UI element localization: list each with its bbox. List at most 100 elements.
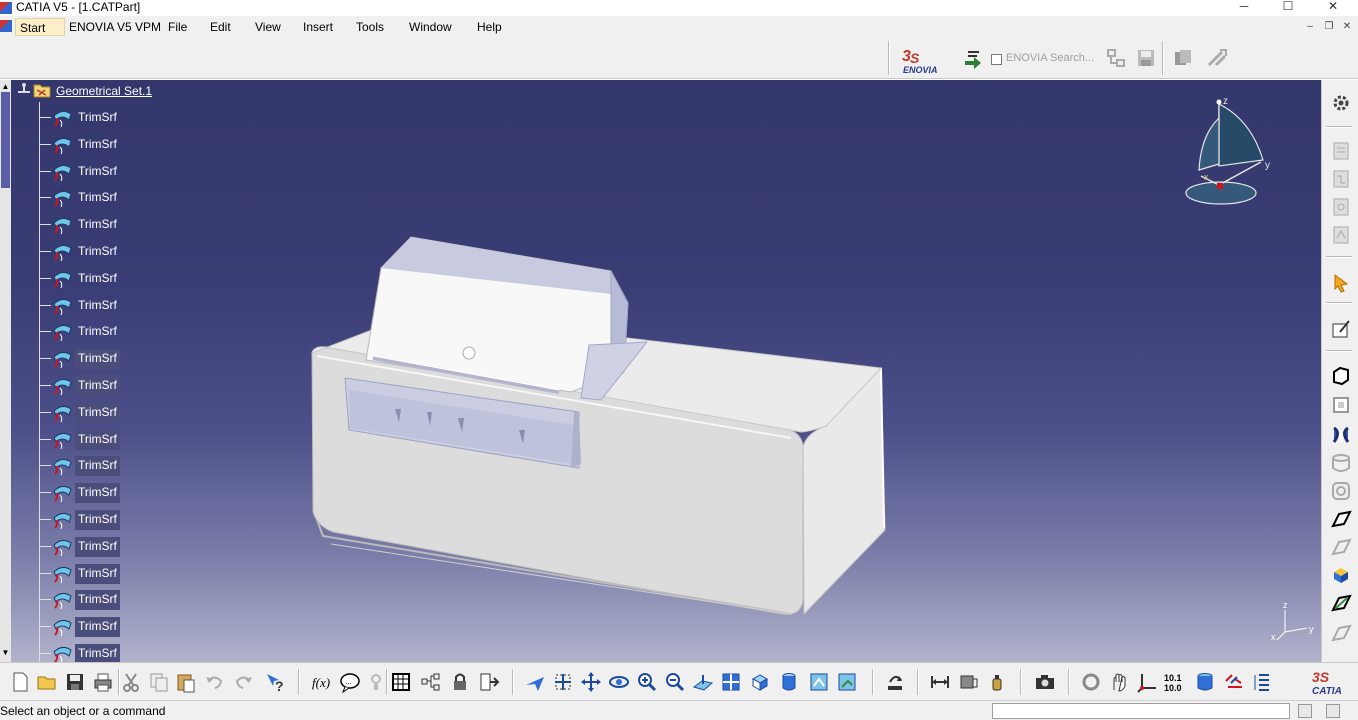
doc-update-icon[interactable] xyxy=(1330,224,1352,246)
hand-icon[interactable] xyxy=(1108,671,1130,693)
redo-icon[interactable] xyxy=(233,671,255,693)
tree-item-label[interactable]: TrimSrf xyxy=(75,242,120,262)
gear-icon[interactable] xyxy=(1330,92,1352,114)
trim-surface-icon[interactable] xyxy=(51,242,73,262)
tree-item-label[interactable]: TrimSrf xyxy=(75,322,120,342)
shading-icon[interactable] xyxy=(778,671,800,693)
tree-item-label[interactable]: TrimSrf xyxy=(75,644,120,662)
tree-item-label[interactable]: TrimSrf xyxy=(75,510,120,530)
menu-tools[interactable]: Tools xyxy=(352,18,388,36)
tree-item-label[interactable]: TrimSrf xyxy=(75,483,120,504)
sketcher-icon[interactable] xyxy=(1330,318,1352,340)
trim-surface-icon[interactable] xyxy=(51,376,73,396)
trim-surface-icon[interactable] xyxy=(51,296,73,316)
capture-camera-icon[interactable] xyxy=(1034,671,1056,693)
tree-item-label[interactable]: TrimSrf xyxy=(75,617,120,638)
tree-item-label[interactable]: TrimSrf xyxy=(75,429,120,450)
rib-icon[interactable] xyxy=(1330,508,1352,530)
tree-item-label[interactable]: TrimSrf xyxy=(75,349,120,370)
3d-viewport[interactable]: Geometrical Set.1 TrimSrf TrimSrf TrimSrf T… xyxy=(11,80,1321,662)
loft-icon[interactable] xyxy=(1330,592,1352,614)
menu-view[interactable]: View xyxy=(251,18,285,36)
select-arrow-icon[interactable] xyxy=(1330,272,1352,294)
enovia-search-checkbox[interactable] xyxy=(991,54,1002,65)
enovia-search-label[interactable]: ENOVIA Search... xyxy=(1006,52,1094,64)
save-icon[interactable] xyxy=(64,671,86,693)
menu-help[interactable]: Help xyxy=(473,18,506,36)
trim-surface-icon[interactable] xyxy=(51,483,73,503)
paste-icon[interactable] xyxy=(175,671,197,693)
new-document-icon[interactable] xyxy=(9,671,31,693)
status-button[interactable] xyxy=(1298,704,1312,718)
enovia-document-icon[interactable] xyxy=(1172,47,1194,69)
trim-surface-icon[interactable] xyxy=(51,215,73,235)
tree-item-label[interactable]: TrimSrf xyxy=(75,108,120,128)
knowledge-icon[interactable]: ... xyxy=(339,671,361,693)
formula-icon[interactable]: f(x) xyxy=(311,671,333,693)
tree-item-label[interactable]: TrimSrf xyxy=(75,135,120,155)
copy-icon[interactable] xyxy=(148,671,170,693)
trim-surface-icon[interactable] xyxy=(51,135,73,155)
command-input[interactable] xyxy=(992,703,1290,719)
trim-surface-icon[interactable] xyxy=(51,430,73,450)
maximize-button[interactable]: ☐ xyxy=(1266,0,1310,14)
trim-surface-icon[interactable] xyxy=(51,590,73,610)
scroll-down-icon[interactable]: ▼ xyxy=(1,648,10,657)
doc-close-button[interactable]: ✕ xyxy=(1340,21,1354,33)
pan-icon[interactable] xyxy=(580,671,602,693)
enovia-save-icon[interactable] xyxy=(1135,47,1157,69)
scroll-up-icon[interactable]: ▲ xyxy=(1,82,10,91)
pocket-icon[interactable] xyxy=(1330,394,1352,416)
pad-icon[interactable] xyxy=(1330,364,1352,386)
trim-surface-icon[interactable] xyxy=(51,456,73,476)
table-icon[interactable] xyxy=(390,671,412,693)
trim-surface-icon[interactable] xyxy=(51,322,73,342)
status-button[interactable] xyxy=(1326,704,1340,718)
tree-item-label[interactable]: TrimSrf xyxy=(75,402,120,423)
print-icon[interactable] xyxy=(92,671,114,693)
doc-link-icon[interactable] xyxy=(1330,196,1352,218)
tree-item-label[interactable]: TrimSrf xyxy=(75,269,120,289)
scroll-thumb[interactable] xyxy=(1,92,10,188)
groove-icon[interactable] xyxy=(1330,480,1352,502)
rotate-icon[interactable] xyxy=(608,671,630,693)
tree-item-label[interactable]: TrimSrf xyxy=(75,188,120,208)
scale-icon[interactable]: 10.1 10.0 xyxy=(1163,671,1189,693)
spec-list-icon[interactable] xyxy=(1251,671,1273,693)
menu-file[interactable]: File xyxy=(164,18,191,36)
tree-item-label[interactable]: TrimSrf xyxy=(75,215,120,235)
undo-icon[interactable] xyxy=(203,671,225,693)
doc-minimize-button[interactable]: – xyxy=(1303,21,1317,33)
lock-icon[interactable] xyxy=(449,671,471,693)
trim-surface-icon[interactable] xyxy=(51,349,73,369)
measure-between-icon[interactable] xyxy=(929,671,951,693)
menu-insert[interactable]: Insert xyxy=(299,18,337,36)
close-button[interactable]: ✕ xyxy=(1311,0,1355,14)
swap-space-icon[interactable] xyxy=(836,671,858,693)
geometrical-set-icon[interactable] xyxy=(32,81,52,99)
slot-icon[interactable] xyxy=(1330,536,1352,558)
minimize-button[interactable]: ─ xyxy=(1222,0,1266,14)
specification-tree[interactable]: Geometrical Set.1 TrimSrf TrimSrf TrimSrf T… xyxy=(11,80,311,662)
trim-surface-icon[interactable] xyxy=(51,403,73,423)
zoom-in-icon[interactable] xyxy=(636,671,658,693)
menu-enovia-vpm[interactable]: ENOVIA V5 VPM xyxy=(65,18,165,36)
enovia-connect-icon[interactable] xyxy=(962,47,984,69)
multi-view-icon[interactable] xyxy=(720,671,742,693)
cylinder-view-icon[interactable] xyxy=(1194,671,1216,693)
tree-item-label[interactable]: TrimSrf xyxy=(75,456,120,477)
open-folder-icon[interactable] xyxy=(36,671,58,693)
fit-all-icon[interactable] xyxy=(552,671,574,693)
menu-window[interactable]: Window xyxy=(405,18,456,36)
catalog-tree-icon[interactable] xyxy=(420,671,442,693)
zoom-out-icon[interactable] xyxy=(664,671,686,693)
trim-surface-icon[interactable] xyxy=(51,617,73,637)
trim-surface-icon[interactable] xyxy=(51,108,73,128)
whats-this-icon[interactable]: ? xyxy=(264,671,286,693)
solid-combine-icon[interactable] xyxy=(1330,564,1352,586)
compass-widget[interactable]: z y x xyxy=(1171,90,1271,210)
tree-item-label[interactable]: TrimSrf xyxy=(75,536,120,557)
enovia-link-icon[interactable] xyxy=(1206,47,1228,69)
trim-surface-icon[interactable] xyxy=(51,564,73,584)
update-icon[interactable] xyxy=(884,671,906,693)
